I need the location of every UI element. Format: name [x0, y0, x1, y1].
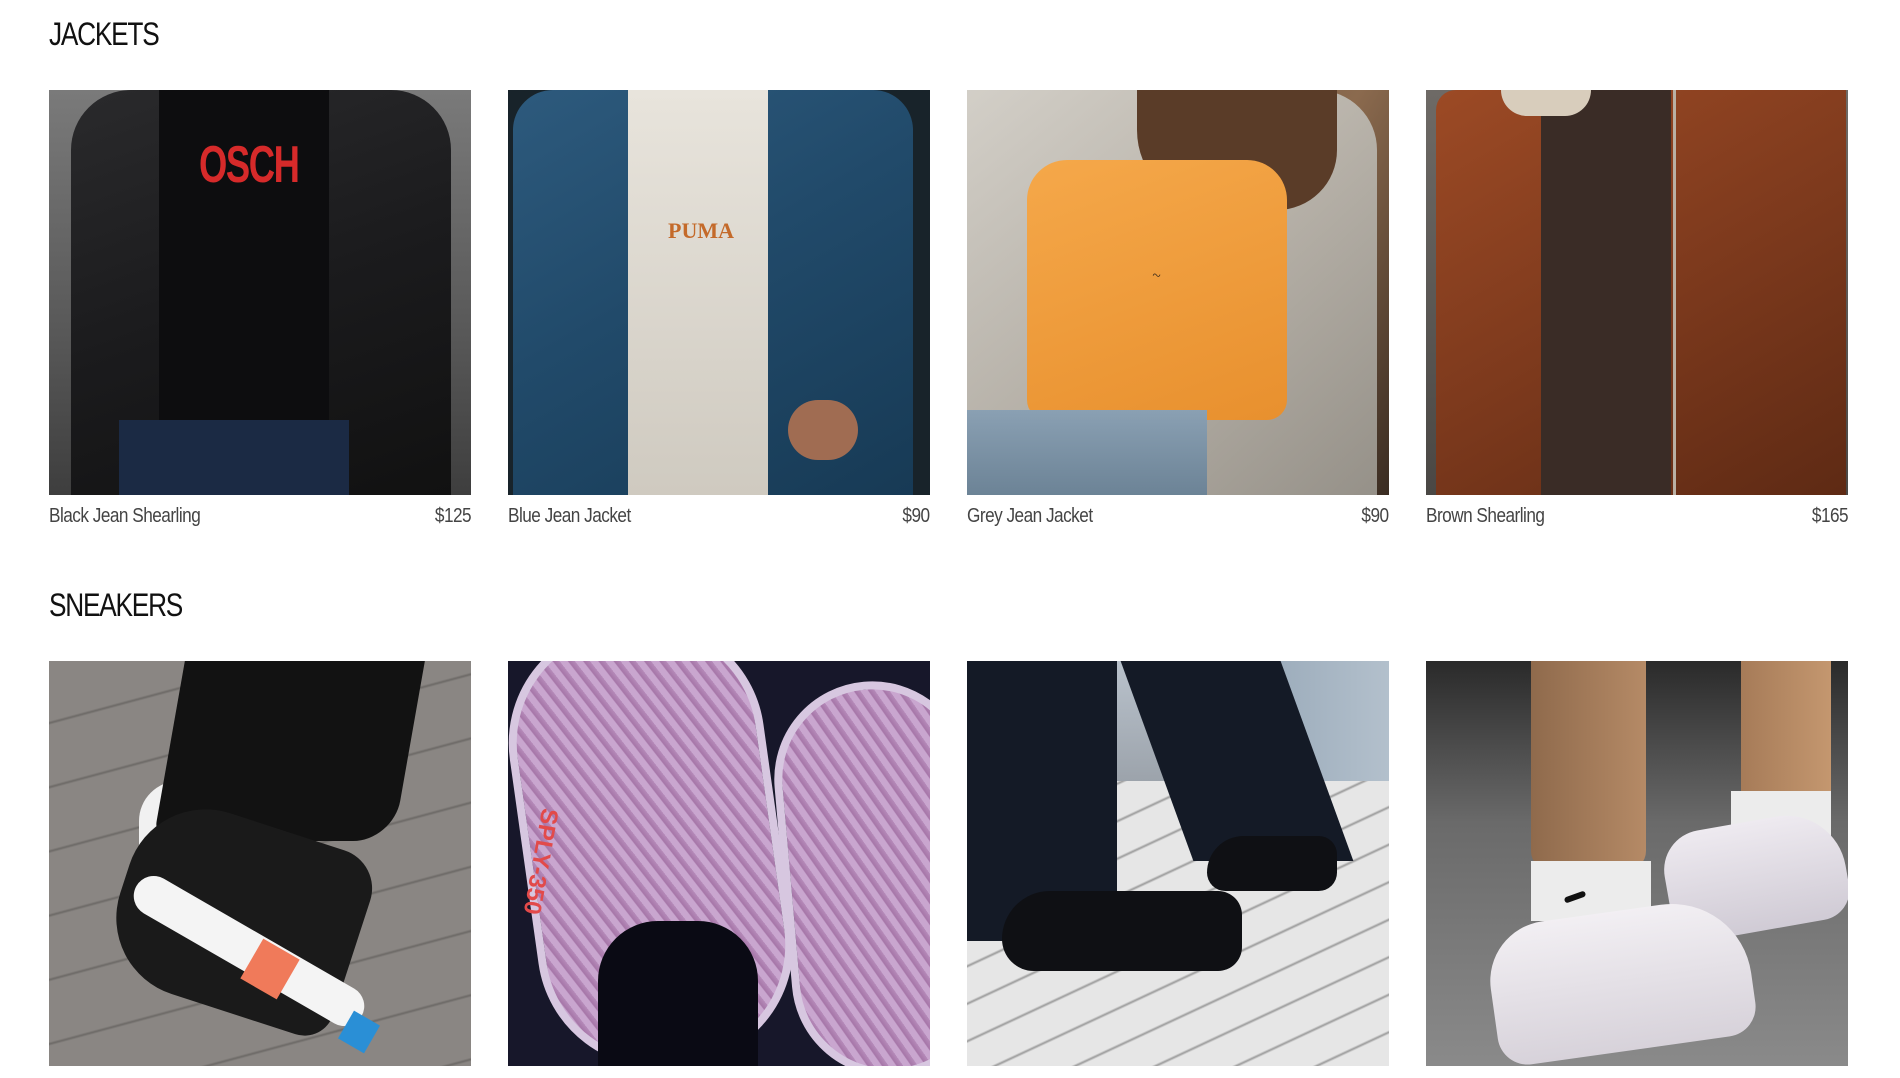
- product-image[interactable]: [967, 661, 1389, 1066]
- product-card[interactable]: [1426, 661, 1848, 1066]
- product-card[interactable]: ~ Grey Jean Jacket $90: [967, 90, 1390, 528]
- product-card[interactable]: SPLY-350: [508, 661, 930, 1066]
- product-caption: Grey Jean Jacket $90: [967, 505, 1390, 528]
- section-title-jackets: JACKETS: [49, 16, 160, 52]
- product-image[interactable]: SPLY-350: [508, 661, 930, 1066]
- product-price: $165: [1811, 505, 1849, 527]
- section-title-sneakers: SNEAKERS: [49, 587, 183, 623]
- product-price: $125: [434, 505, 472, 527]
- product-name[interactable]: Brown Shearling: [1426, 505, 1545, 528]
- shirt-logo-text: PUMA: [668, 218, 734, 243]
- product-image[interactable]: ~: [967, 90, 1389, 495]
- product-caption: Brown Shearling $165: [1426, 505, 1849, 528]
- product-name[interactable]: Grey Jean Jacket: [967, 505, 1093, 528]
- product-image[interactable]: OSCH: [49, 90, 471, 495]
- product-image[interactable]: PUMA: [508, 90, 930, 495]
- shirt-logo-text: OSCH: [199, 136, 300, 194]
- product-card[interactable]: Brown Shearling $165: [1426, 90, 1849, 528]
- product-card[interactable]: [49, 661, 471, 1066]
- product-grid-sneakers: SPLY-350: [49, 661, 1849, 1066]
- product-name[interactable]: Blue Jean Jacket: [508, 505, 631, 528]
- product-caption: Blue Jean Jacket $90: [508, 505, 931, 528]
- product-card[interactable]: OSCH Black Jean Shearling $125: [49, 90, 472, 528]
- shop-page: JACKETS OSCH Black Jean Shearling $125 P…: [0, 0, 1900, 1078]
- product-price: $90: [902, 505, 931, 527]
- product-price: $90: [1361, 505, 1390, 527]
- product-grid-jackets: OSCH Black Jean Shearling $125 PUMA Blue…: [49, 90, 1849, 528]
- product-card[interactable]: PUMA Blue Jean Jacket $90: [508, 90, 931, 528]
- product-name[interactable]: Black Jean Shearling: [49, 505, 201, 528]
- product-image[interactable]: [1426, 90, 1848, 495]
- product-image[interactable]: [49, 661, 471, 1066]
- product-card[interactable]: [967, 661, 1389, 1066]
- product-caption: Black Jean Shearling $125: [49, 505, 472, 528]
- product-image[interactable]: [1426, 661, 1848, 1066]
